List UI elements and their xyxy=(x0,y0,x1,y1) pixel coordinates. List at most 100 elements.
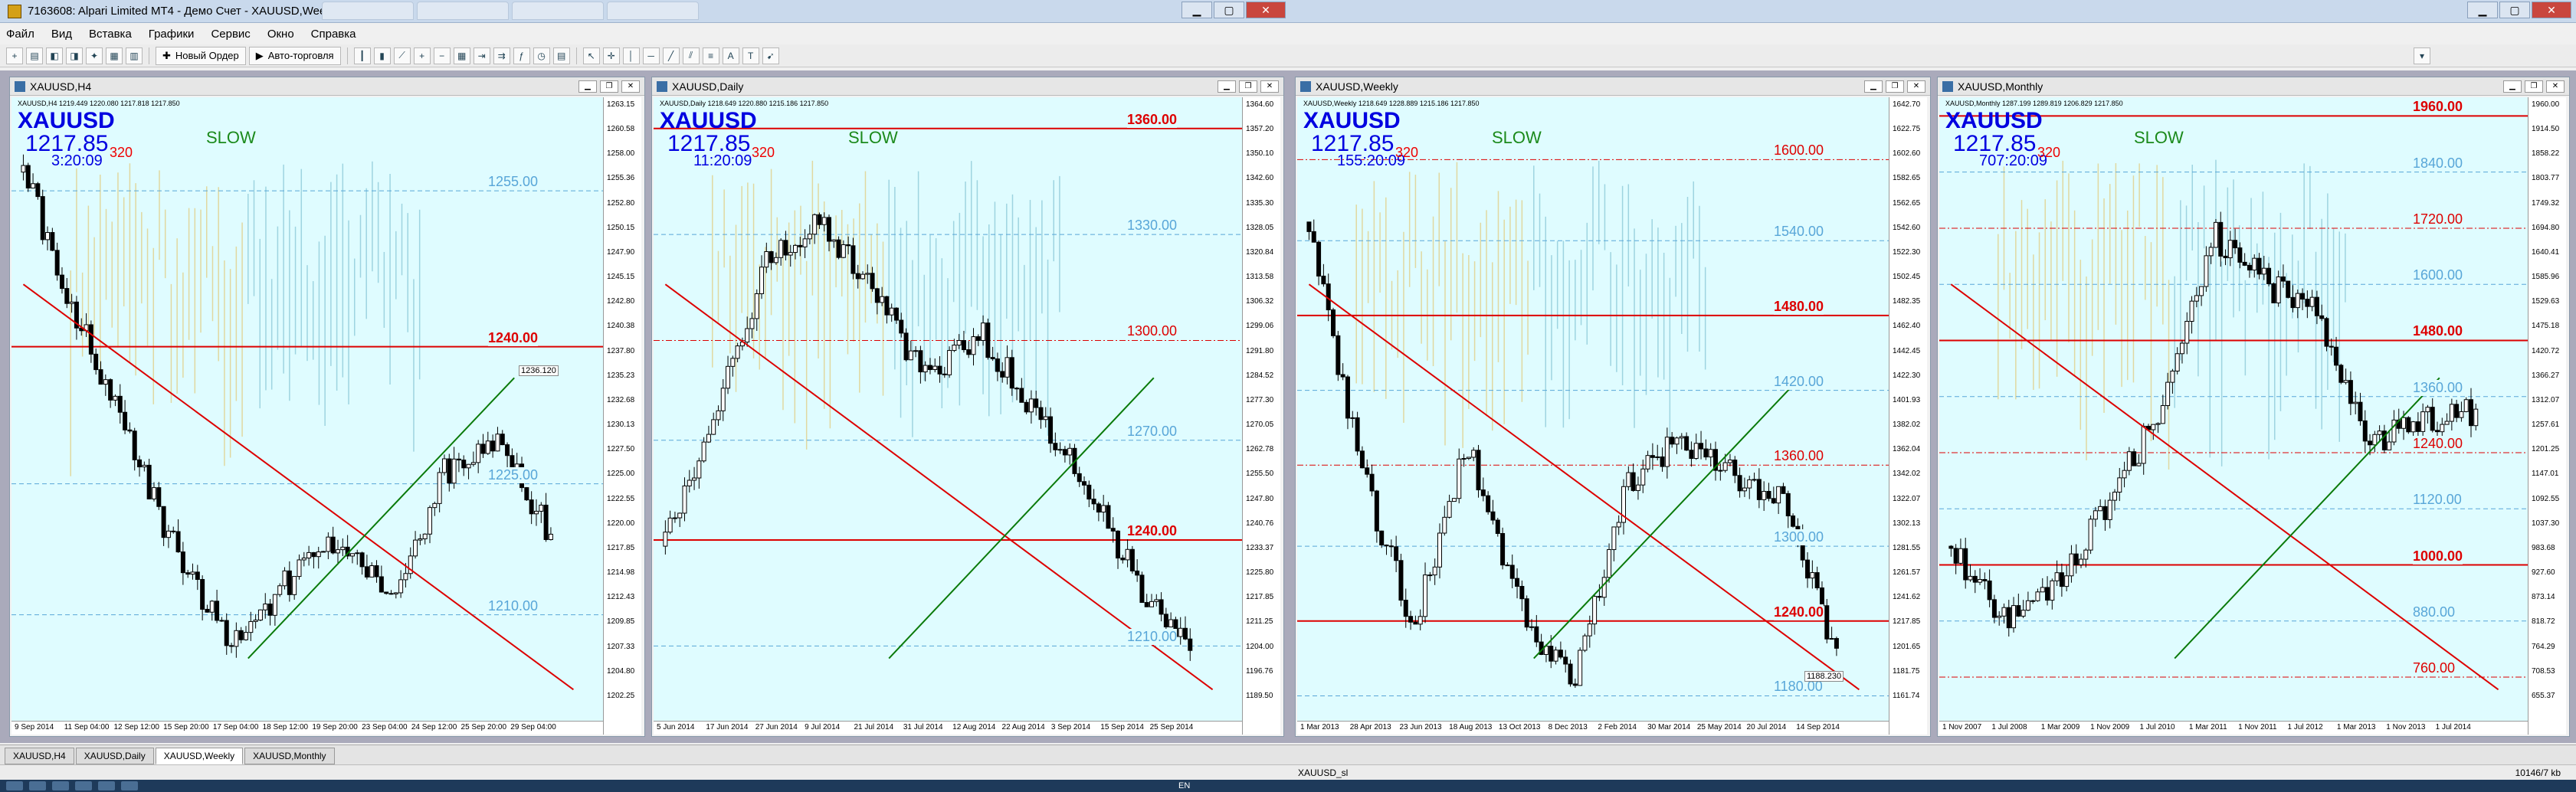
price-chart-svg[interactable] xyxy=(1939,97,2528,721)
chart-close-icon[interactable]: ✕ xyxy=(1907,80,1925,93)
tab-weekly[interactable]: XAUUSD,Weekly xyxy=(155,748,244,764)
trendline-icon[interactable]: ╱ xyxy=(662,47,680,64)
candle-body xyxy=(171,530,176,532)
templates-icon[interactable]: ▤ xyxy=(552,47,570,64)
price-axis[interactable]: 1960.00 1914.50 1858.22 1803.77 1749.32 1694.… xyxy=(2528,97,2566,735)
chart-restore-icon[interactable]: ❐ xyxy=(2525,80,2543,93)
price-axis[interactable]: 1364.60 1357.20 1350.10 1342.60 1335.30 1328.… xyxy=(1242,97,1280,735)
arrows-icon[interactable]: ➹ xyxy=(762,47,779,64)
chart-restore-icon[interactable]: ❐ xyxy=(1886,80,1904,93)
autotrading-button[interactable]: ▶ Авто-торговля xyxy=(248,46,341,65)
chart-minimize-icon[interactable]: ▁ xyxy=(1864,80,1883,93)
taskbar-app-icon[interactable] xyxy=(121,781,138,790)
navigator-icon[interactable]: ✦ xyxy=(86,47,103,64)
horizontal-line-icon[interactable]: ─ xyxy=(642,47,660,64)
taskbar-app-icon[interactable] xyxy=(75,781,92,790)
close-icon[interactable]: ✕ xyxy=(2532,2,2571,18)
tab-daily[interactable]: XAUUSD,Daily xyxy=(75,748,154,764)
terminal-icon[interactable]: ▦ xyxy=(106,47,123,64)
toolbar-dropdown-icon[interactable]: ▾ xyxy=(2414,47,2430,64)
taskbar-app-icon[interactable] xyxy=(52,781,69,790)
menu-insert[interactable]: Вставка xyxy=(89,28,132,41)
chart-window-weekly[interactable]: XAUUSD,Weekly ▁ ❐ ✕ XAUUSD,Weekly 1218.649 1… xyxy=(1295,77,1931,737)
data-window-icon[interactable]: ◨ xyxy=(66,47,83,64)
bar-chart-icon[interactable]: ┃ xyxy=(353,47,371,64)
text-tool-icon[interactable]: A xyxy=(722,47,739,64)
maximize-icon[interactable]: ▢ xyxy=(1214,2,1244,18)
zoom-out-icon[interactable]: − xyxy=(433,47,451,64)
price-chart-area[interactable]: XAUUSD,Daily 1218.649 1220.880 1215.186 … xyxy=(654,97,1280,735)
new-order-button[interactable]: ✚ Новый Ордер xyxy=(156,46,246,65)
label-tool-icon[interactable]: T xyxy=(742,47,759,64)
price-chart-svg[interactable] xyxy=(1297,97,1889,721)
price-chart-area[interactable]: XAUUSD,Weekly 1218.649 1228.889 1215.186… xyxy=(1297,97,1927,735)
chart-close-icon[interactable]: ✕ xyxy=(2546,80,2565,93)
browser-tab[interactable] xyxy=(322,2,414,20)
candle-body xyxy=(759,267,765,294)
tab-h4[interactable]: XAUUSD,H4 xyxy=(5,748,74,764)
menu-file[interactable]: Файл xyxy=(6,28,34,41)
line-chart-icon[interactable]: ⟋ xyxy=(393,47,411,64)
browser-tab[interactable] xyxy=(607,2,699,20)
tab-monthly[interactable]: XAUUSD,Monthly xyxy=(244,748,335,764)
vertical-line-icon[interactable]: │ xyxy=(622,47,640,64)
language-indicator[interactable]: EN xyxy=(1178,781,1190,790)
minimize-icon[interactable]: ▁ xyxy=(1181,2,1212,18)
time-axis[interactable]: 1 Mar 2013 28 Apr 2013 23 Jun 2013 18 Aug 2… xyxy=(1297,721,1889,735)
chart-shift-icon[interactable]: ⇥ xyxy=(473,47,490,64)
periods-icon[interactable]: ◷ xyxy=(533,47,550,64)
time-axis[interactable]: 9 Sep 2014 11 Sep 04:00 12 Sep 12:00 15 Sep… xyxy=(11,721,603,735)
chart-window-h4[interactable]: XAUUSD,H4 ▁ ❐ ✕ XAUUSD,H4 1219.449 1220.080 … xyxy=(9,77,645,737)
price-chart-svg[interactable] xyxy=(654,97,1242,721)
time-axis[interactable]: 5 Jun 2014 17 Jun 2014 27 Jun 2014 9 Jul 20… xyxy=(654,721,1242,735)
chart-close-icon[interactable]: ✕ xyxy=(621,80,640,93)
chart-window-monthly[interactable]: XAUUSD,Monthly ▁ ❐ ✕ XAUUSD,Monthly 1287.199… xyxy=(1937,77,2570,737)
crosshair-icon[interactable]: ✛ xyxy=(602,47,620,64)
cursor-icon[interactable]: ↖ xyxy=(582,47,600,64)
browser-tab[interactable] xyxy=(417,2,509,20)
fibonacci-icon[interactable]: ≡ xyxy=(702,47,719,64)
tile-windows-icon[interactable]: ▦ xyxy=(453,47,470,64)
candle-body xyxy=(1558,650,1563,658)
chart-minimize-icon[interactable]: ▁ xyxy=(2503,80,2522,93)
price-axis[interactable]: 1263.15 1260.58 1258.00 1255.36 1252.80 1250.… xyxy=(603,97,641,735)
maximize-icon[interactable]: ▢ xyxy=(2499,2,2530,18)
indicators-icon[interactable]: ƒ xyxy=(513,47,530,64)
market-watch-icon[interactable]: ◧ xyxy=(46,47,63,64)
time-axis[interactable]: 1 Nov 2007 1 Jul 2008 1 Mar 2009 1 Nov 2009… xyxy=(1939,721,2528,735)
chart-minimize-icon[interactable]: ▁ xyxy=(1218,80,1236,93)
minimize-icon[interactable]: ▁ xyxy=(2467,2,2498,18)
start-icon[interactable] xyxy=(6,781,23,790)
autoscroll-icon[interactable]: ⇉ xyxy=(493,47,510,64)
profiles-icon[interactable]: ▤ xyxy=(26,47,43,64)
trend-line[interactable] xyxy=(1950,283,2499,691)
price-chart-svg[interactable] xyxy=(11,97,603,721)
price-chart-area[interactable]: XAUUSD,H4 1219.449 1220.080 1217.818 121… xyxy=(11,97,641,735)
candle-body xyxy=(31,183,36,188)
chart-window-daily[interactable]: XAUUSD,Daily ▁ ❐ ✕ XAUUSD,Daily 1218.649 122… xyxy=(651,77,1284,737)
browser-tab[interactable] xyxy=(512,2,604,20)
menu-window[interactable]: Окно xyxy=(267,28,294,41)
chart-close-icon[interactable]: ✕ xyxy=(1260,80,1279,93)
chart-restore-icon[interactable]: ❐ xyxy=(600,80,618,93)
taskbar-app-icon[interactable] xyxy=(98,781,115,790)
candle-body xyxy=(2420,411,2426,432)
taskbar-app-icon[interactable] xyxy=(29,781,46,790)
tester-icon[interactable]: ▥ xyxy=(126,47,143,64)
chart-minimize-icon[interactable]: ▁ xyxy=(578,80,597,93)
candle-chart-icon[interactable]: ▮ xyxy=(373,47,391,64)
menu-view[interactable]: Вид xyxy=(51,28,72,41)
close-icon[interactable]: ✕ xyxy=(1246,2,1286,18)
zoom-in-icon[interactable]: + xyxy=(413,47,431,64)
menu-help[interactable]: Справка xyxy=(311,28,356,41)
new-chart-icon[interactable]: + xyxy=(6,47,23,64)
candle-body xyxy=(470,462,476,465)
price-chart-area[interactable]: XAUUSD,Monthly 1287.199 1289.819 1206.82… xyxy=(1939,97,2566,735)
price-axis[interactable]: 1642.70 1622.75 1602.60 1582.65 1562.65 1542.… xyxy=(1889,97,1927,735)
candle-body xyxy=(952,345,957,352)
candle-body xyxy=(548,533,553,540)
chart-restore-icon[interactable]: ❐ xyxy=(1239,80,1257,93)
menu-charts[interactable]: Графики xyxy=(149,28,195,41)
channel-icon[interactable]: ⫽ xyxy=(682,47,700,64)
menu-tools[interactable]: Сервис xyxy=(211,28,250,41)
